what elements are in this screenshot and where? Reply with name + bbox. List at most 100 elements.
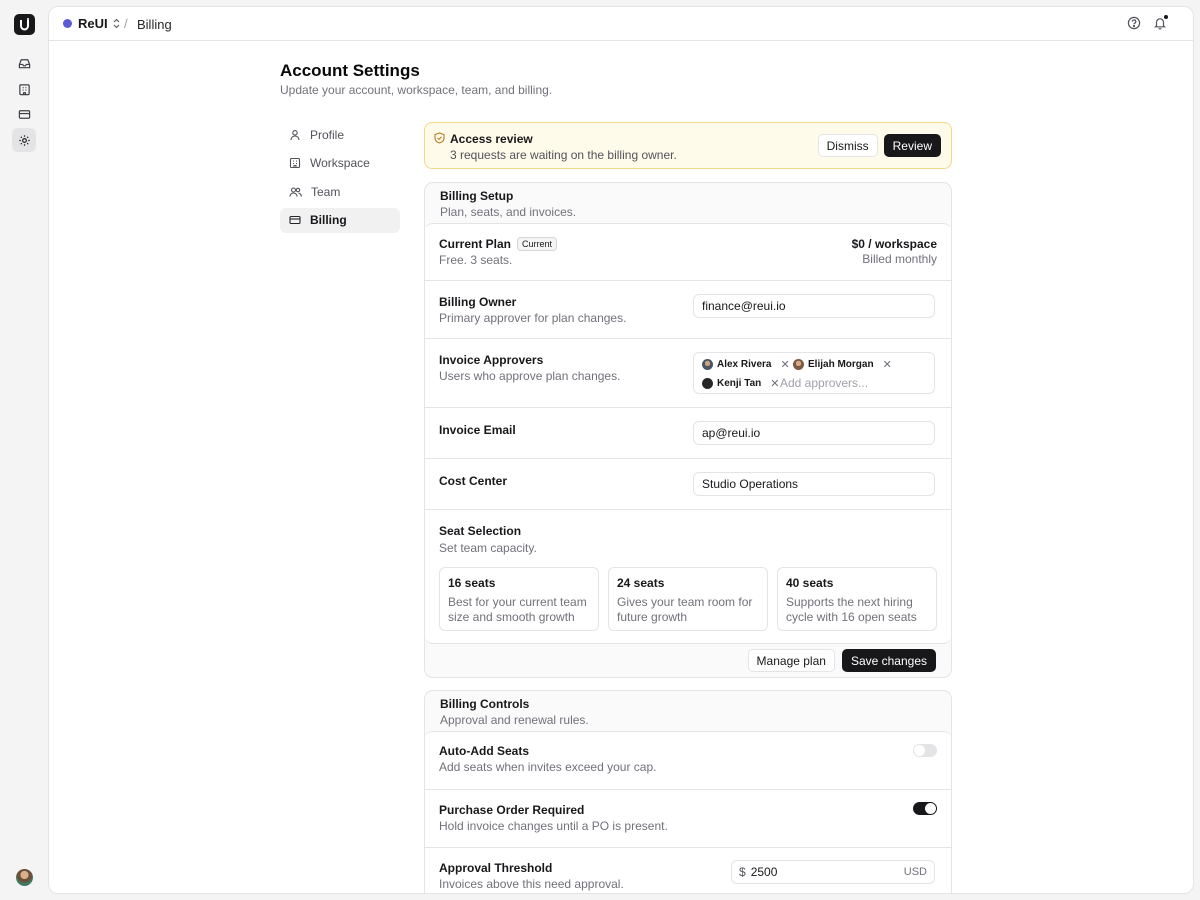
- rail-inbox-button[interactable]: [12, 51, 36, 75]
- access-review-alert: Access review 3 requests are waiting on …: [424, 122, 952, 169]
- approver-avatar: [702, 378, 713, 389]
- approval-threshold-description: Invoices above this need approval.: [439, 877, 624, 891]
- workspace-name: ReUI: [78, 16, 108, 31]
- current-plan-label: Current Plan Current: [439, 237, 558, 251]
- nav-item-workspace[interactable]: Workspace: [280, 151, 400, 176]
- app-rail: [0, 0, 48, 900]
- approver-chip: Alex Rivera ✕: [702, 358, 790, 371]
- current-plan-row: Current Plan Current Free. 3 seats. $0 / …: [425, 224, 951, 281]
- breadcrumb-separator: /: [124, 16, 128, 31]
- rail-settings-button[interactable]: [12, 128, 36, 152]
- nav-label: Billing: [310, 213, 347, 227]
- seat-option-24[interactable]: 24 seats Gives your team room for future…: [608, 567, 768, 631]
- gear-icon: [18, 134, 30, 146]
- billing-owner-label: Billing Owner: [439, 295, 517, 309]
- card-description: Approval and renewal rules.: [440, 713, 589, 727]
- invoice-email-input[interactable]: ap@reui.io: [693, 421, 935, 445]
- nav-label: Workspace: [310, 156, 370, 170]
- seat-option-16[interactable]: 16 seats Best for your current team size…: [439, 567, 599, 631]
- billing-owner-row: Billing Owner Primary approver for plan …: [425, 281, 951, 339]
- billing-owner-description: Primary approver for plan changes.: [439, 311, 627, 325]
- nav-item-profile[interactable]: Profile: [280, 122, 400, 147]
- user-avatar[interactable]: [16, 869, 33, 886]
- approval-threshold-label: Approval Threshold: [439, 861, 553, 875]
- billing-owner-input[interactable]: finance@reui.io: [693, 294, 935, 318]
- rail-billing-button[interactable]: [12, 102, 36, 126]
- approver-name: Alex Rivera: [717, 359, 772, 370]
- rail-building-button[interactable]: [12, 77, 36, 101]
- approver-avatar: [793, 359, 804, 370]
- users-icon: [289, 186, 302, 197]
- billing-controls-card: Billing Controls Approval and renewal ru…: [424, 690, 952, 893]
- save-changes-button[interactable]: Save changes: [841, 649, 936, 672]
- alert-title: Access review: [450, 132, 533, 146]
- user-icon: [290, 129, 300, 140]
- cost-center-label: Cost Center: [439, 474, 508, 488]
- invoice-approvers-label: Invoice Approvers: [439, 353, 544, 367]
- currency-unit: USD: [903, 866, 927, 878]
- credit-card-icon: [289, 215, 301, 225]
- seat-option-description: Best for your current team size and smoo…: [448, 595, 587, 624]
- approver-name: Kenji Tan: [717, 378, 762, 389]
- seat-selection-label: Seat Selection: [439, 524, 522, 538]
- auto-add-seats-row: Auto-Add Seats Add seats when invites ex…: [425, 732, 951, 790]
- seat-option-description: Gives your team room for future growth: [617, 595, 753, 624]
- settings-nav: Profile Workspace Team Billing: [280, 122, 400, 236]
- remove-approver-icon[interactable]: ✕: [780, 358, 789, 371]
- approver-chip: Kenji Tan ✕: [702, 377, 779, 390]
- approvers-input[interactable]: Alex Rivera ✕ Elijah Morgan ✕ Kenji Tan …: [693, 352, 935, 394]
- approval-threshold-row: Approval Threshold Invoices above this n…: [425, 848, 951, 893]
- seat-option-description: Supports the next hiring cycle with 16 o…: [786, 595, 917, 624]
- workspace-switcher[interactable]: ReUI: [63, 16, 121, 31]
- review-button[interactable]: Review: [883, 134, 941, 157]
- page-title: Account Settings: [280, 61, 420, 80]
- current-plan-label-text: Current Plan: [439, 237, 512, 251]
- auto-add-toggle[interactable]: [913, 744, 937, 757]
- cost-center-row: Cost Center Studio Operations: [425, 459, 951, 510]
- plan-price: $0 / workspace: [851, 237, 937, 251]
- manage-plan-button[interactable]: Manage plan: [747, 649, 835, 672]
- card-title: Billing Setup: [440, 189, 514, 203]
- current-badge: Current: [517, 237, 558, 251]
- alert-description: 3 requests are waiting on the billing ow…: [450, 148, 677, 162]
- nav-item-team[interactable]: Team: [280, 179, 400, 204]
- seat-option-40[interactable]: 40 seats Supports the next hiring cycle …: [777, 567, 937, 631]
- invoice-email-row: Invoice Email ap@reui.io: [425, 408, 951, 459]
- chevron-up-down-icon: [113, 18, 120, 29]
- approval-threshold-input[interactable]: $ 2500 USD: [731, 860, 935, 884]
- app-logo[interactable]: [14, 14, 35, 35]
- purchase-order-toggle[interactable]: [913, 802, 937, 815]
- logo-icon: [20, 18, 29, 31]
- dismiss-button[interactable]: Dismiss: [817, 134, 878, 157]
- invoice-approvers-description: Users who approve plan changes.: [439, 369, 621, 383]
- purchase-order-row: Purchase Order Required Hold invoice cha…: [425, 790, 951, 848]
- seat-option-title: 40 seats: [786, 576, 834, 590]
- help-icon[interactable]: [1127, 16, 1141, 30]
- billing-cycle: Billed monthly: [862, 252, 937, 266]
- invoice-email-label: Invoice Email: [439, 423, 516, 437]
- notifications-button[interactable]: [1153, 14, 1169, 33]
- breadcrumb-current: Billing: [137, 17, 172, 32]
- nav-label: Team: [311, 184, 341, 199]
- inbox-icon: [18, 58, 30, 68]
- nav-item-billing[interactable]: Billing: [280, 207, 400, 233]
- auto-add-label: Auto-Add Seats: [439, 744, 529, 758]
- invoice-approvers-row: Invoice Approvers Users who approve plan…: [425, 339, 951, 408]
- building-icon: [289, 157, 301, 169]
- card-description: Plan, seats, and invoices.: [440, 205, 577, 219]
- shield-check-icon: [434, 132, 445, 144]
- purchase-order-label: Purchase Order Required: [439, 803, 585, 817]
- nav-label: Profile: [310, 127, 345, 142]
- auto-add-description: Add seats when invites exceed your cap.: [439, 760, 657, 774]
- page-subtitle: Update your account, workspace, team, an…: [280, 83, 553, 97]
- cost-center-input[interactable]: Studio Operations: [693, 472, 935, 496]
- building-icon: [18, 83, 30, 95]
- approver-avatar: [702, 359, 713, 370]
- seat-option-title: 24 seats: [617, 576, 665, 590]
- remove-approver-icon[interactable]: ✕: [770, 377, 779, 390]
- remove-approver-icon[interactable]: ✕: [883, 358, 892, 371]
- workspace-dot: [63, 19, 72, 28]
- approvers-placeholder: Add approvers...: [780, 376, 869, 390]
- credit-card-icon: [18, 109, 30, 119]
- seat-selection-description: Set team capacity.: [439, 541, 537, 555]
